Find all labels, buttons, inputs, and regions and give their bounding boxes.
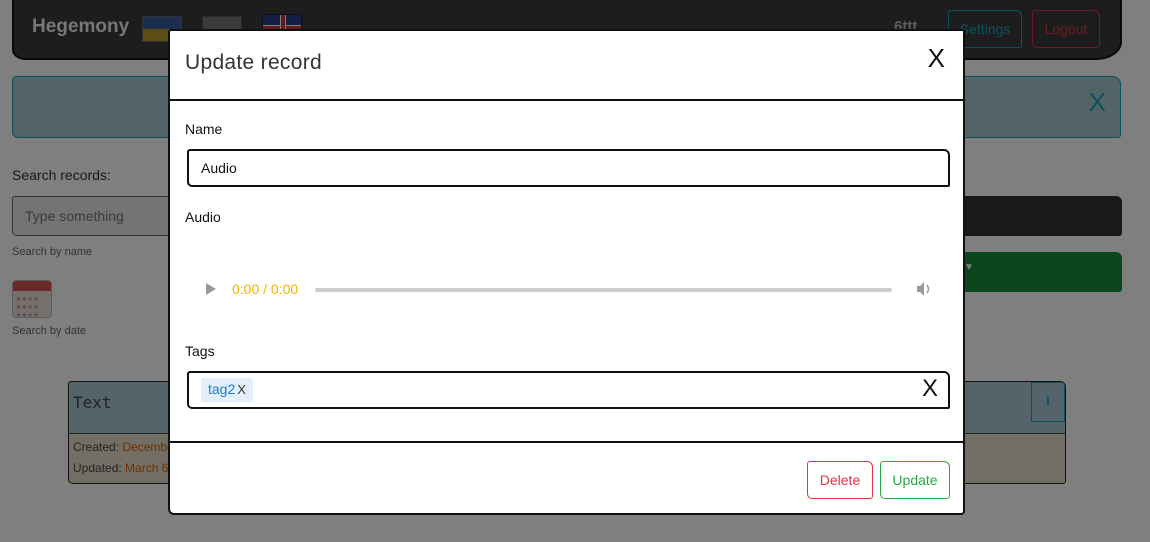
- modal-title: Update record: [185, 51, 322, 74]
- name-field[interactable]: [187, 149, 950, 187]
- modal-footer: Delete Update: [170, 441, 963, 515]
- tags-input[interactable]: tag2 X X: [187, 371, 950, 409]
- modal-header: Update record X: [170, 31, 963, 101]
- close-icon[interactable]: X: [928, 43, 945, 74]
- play-icon[interactable]: [206, 283, 216, 295]
- audio-label: Audio: [185, 209, 221, 225]
- tag-remove-icon[interactable]: X: [237, 382, 246, 397]
- update-button[interactable]: Update: [880, 461, 950, 499]
- delete-button[interactable]: Delete: [807, 461, 873, 499]
- update-record-modal: Update record X Name Audio 0:00 / 0:00 T…: [168, 29, 965, 515]
- name-label: Name: [185, 121, 223, 137]
- volume-icon[interactable]: [914, 279, 934, 299]
- clear-tags-icon[interactable]: X: [922, 375, 938, 403]
- audio-time: 0:00 / 0:00: [232, 281, 299, 297]
- tags-label: Tags: [185, 343, 215, 359]
- audio-progress-bar[interactable]: [315, 288, 892, 292]
- tag-chip: tag2 X: [201, 378, 253, 402]
- audio-player: 0:00 / 0:00: [198, 269, 938, 311]
